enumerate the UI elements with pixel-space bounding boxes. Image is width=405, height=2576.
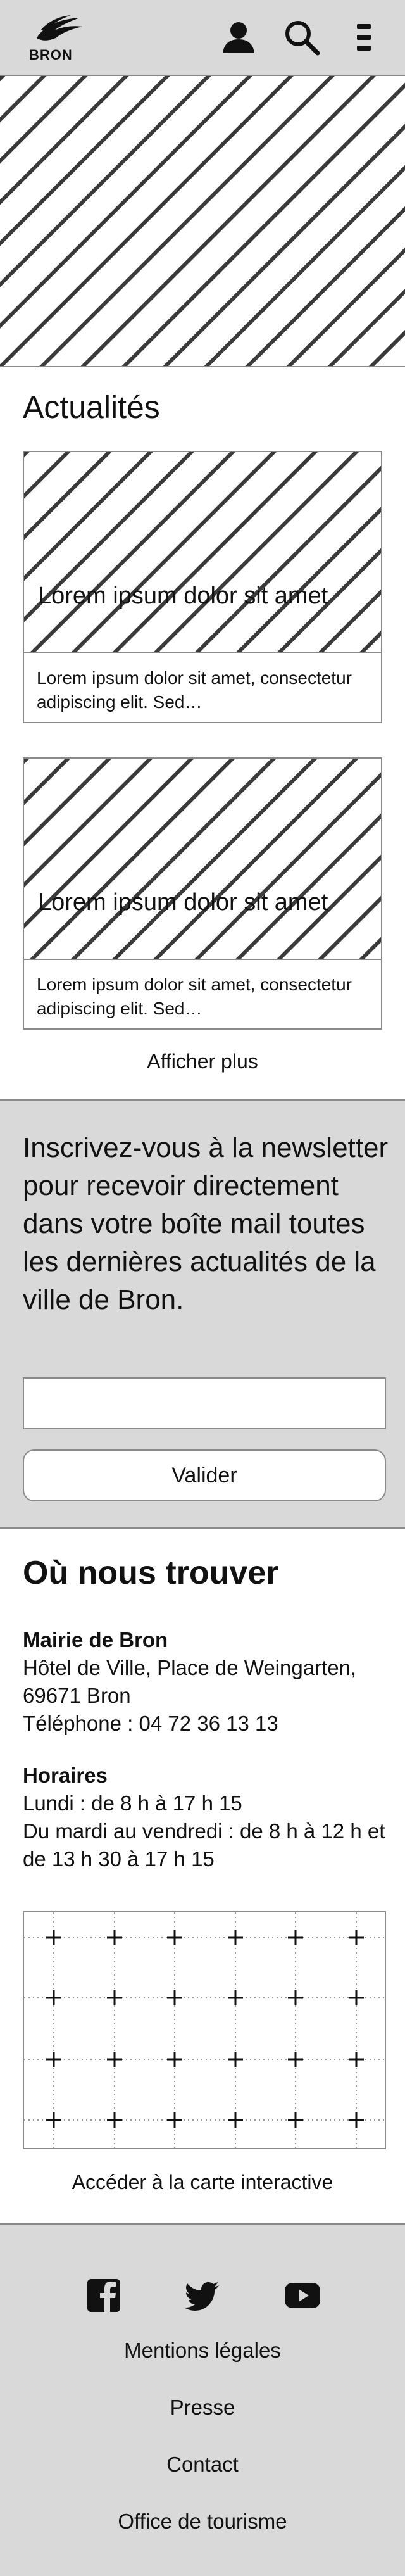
map-crosshair-icon xyxy=(107,1930,122,1945)
map-crosshair-icon xyxy=(46,2112,61,2128)
map-crosshair-icon xyxy=(167,2052,182,2067)
address-block: Mairie de Bron Hôtel de Ville, Place de … xyxy=(23,1626,390,1738)
map-crosshair-icon xyxy=(107,2052,122,2067)
map-crosshair-icon xyxy=(46,2052,61,2067)
interactive-map-link[interactable]: Accéder à la carte interactive xyxy=(0,2171,405,2194)
facebook-icon[interactable] xyxy=(84,2275,124,2316)
news-card-title: Lorem ipsum dolor sit amet xyxy=(38,889,328,916)
footer-link-tourism[interactable]: Office de tourisme xyxy=(0,2510,405,2534)
map-crosshair-icon xyxy=(167,2112,182,2128)
footer-link-contact[interactable]: Contact xyxy=(0,2453,405,2477)
map-crosshair-icon xyxy=(46,1990,61,2005)
logo-text: BRON xyxy=(29,47,73,63)
map-crosshair-icon xyxy=(46,1930,61,1945)
card-hatch xyxy=(24,759,381,959)
site-header: BRON xyxy=(0,0,405,76)
news-card[interactable]: Lorem ipsum dolor sit amet Lorem ipsum d… xyxy=(23,757,382,1030)
card-hatch xyxy=(24,452,381,652)
map-crosshair-icon xyxy=(349,1930,364,1945)
map-crosshair-icon xyxy=(349,2052,364,2067)
map-crosshair-icon xyxy=(349,2112,364,2128)
hours-title: Horaires xyxy=(23,1764,108,1787)
map-placeholder[interactable] xyxy=(23,1911,386,2149)
map-crosshair-icon xyxy=(349,1990,364,2005)
newsletter-submit-button[interactable]: Valider xyxy=(23,1449,386,1501)
news-card-excerpt: Lorem ipsum dolor sit amet, consectetur … xyxy=(37,975,352,1018)
menu-icon[interactable] xyxy=(344,18,383,57)
news-card-excerpt: Lorem ipsum dolor sit amet, consectetur … xyxy=(37,668,352,712)
show-more-link[interactable]: Afficher plus xyxy=(0,1050,405,1073)
footer-link-legal[interactable]: Mentions légales xyxy=(0,2339,405,2363)
map-crosshair-icon xyxy=(228,2052,243,2067)
hours-weekdays: Du mardi au vendredi : de 8 h à 12 h et … xyxy=(23,1819,385,1871)
news-card[interactable]: Lorem ipsum dolor sit amet Lorem ipsum d… xyxy=(23,451,382,723)
footer-link-press[interactable]: Presse xyxy=(0,2396,405,2420)
place-name: Mairie de Bron xyxy=(23,1628,168,1651)
map-crosshair-icon xyxy=(107,2112,122,2128)
news-section-title: Actualités xyxy=(23,389,160,425)
news-card-image: Lorem ipsum dolor sit amet xyxy=(24,452,381,653)
map-crosshair-icon xyxy=(288,2052,303,2067)
newsletter-email-input[interactable] xyxy=(23,1377,386,1429)
youtube-icon[interactable] xyxy=(282,2275,323,2316)
hours-monday: Lundi : de 8 h à 17 h 15 xyxy=(23,1791,242,1815)
map-crosshair-icon xyxy=(167,1930,182,1945)
map-crosshair-icon xyxy=(107,1990,122,2005)
map-crosshair-icon xyxy=(228,1930,243,1945)
newsletter-text: Inscrivez-vous à la newsletter pour rece… xyxy=(23,1132,389,1315)
map-crosshair-icon xyxy=(288,1930,303,1945)
news-card-title: Lorem ipsum dolor sit amet xyxy=(38,583,328,609)
hero-hatch xyxy=(0,76,405,366)
news-card-image: Lorem ipsum dolor sit amet xyxy=(24,759,381,960)
address-text: Hôtel de Ville, Place de Weingarten, 696… xyxy=(23,1656,357,1707)
map-crosshair-icon xyxy=(167,1990,182,2005)
location-section-title: Où nous trouver xyxy=(23,1555,279,1591)
user-icon[interactable] xyxy=(219,18,258,57)
twitter-icon[interactable] xyxy=(182,2275,223,2316)
hero-image-placeholder xyxy=(0,76,405,367)
search-icon[interactable] xyxy=(282,18,321,57)
map-crosshair-icon xyxy=(228,2112,243,2128)
newsletter-section: Inscrivez-vous à la newsletter pour rece… xyxy=(0,1099,405,1529)
map-grid xyxy=(24,1912,385,2148)
map-crosshair-icon xyxy=(288,2112,303,2128)
map-crosshair-icon xyxy=(288,1990,303,2005)
site-footer: Mentions légales Presse Contact Office d… xyxy=(0,2223,405,2576)
map-crosshair-icon xyxy=(228,1990,243,2005)
opening-hours-block: Horaires Lundi : de 8 h à 17 h 15 Du mar… xyxy=(23,1762,390,1873)
phone-text: Téléphone : 04 72 36 13 13 xyxy=(23,1712,278,1735)
